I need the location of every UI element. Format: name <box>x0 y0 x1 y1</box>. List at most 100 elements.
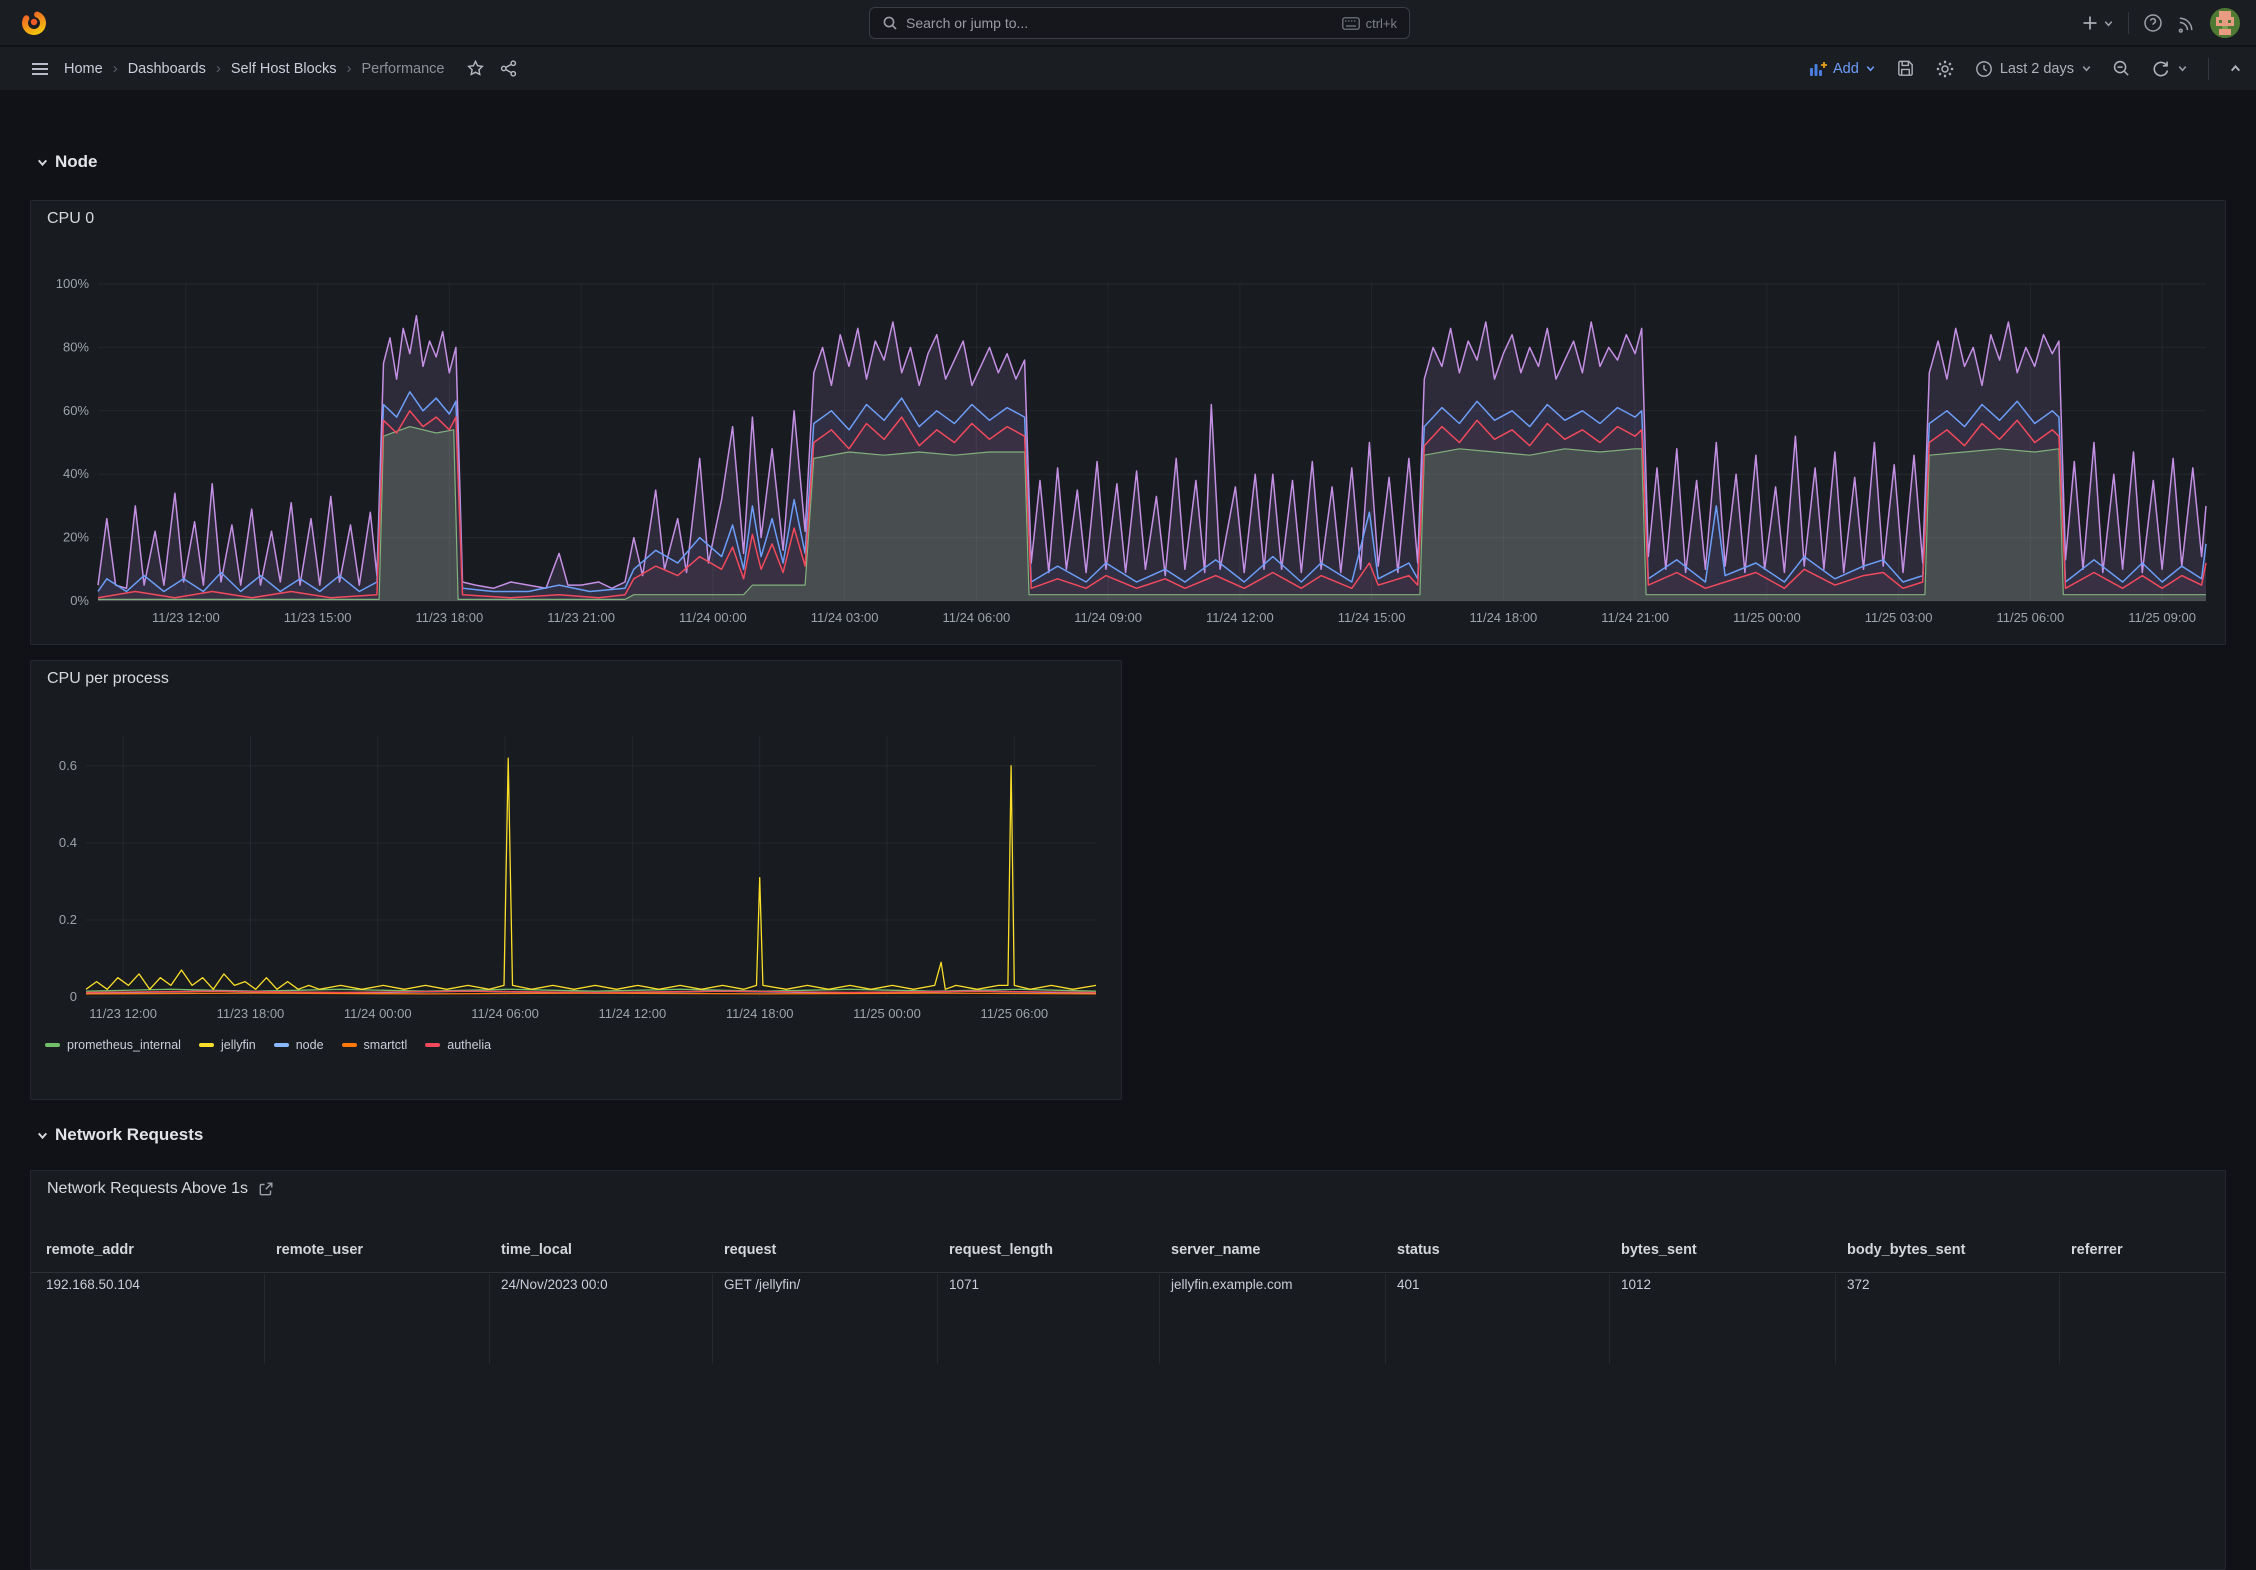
top-nav-bar: Search or jump to... ctrl+k <box>0 0 2256 46</box>
new-dropdown-button[interactable] <box>2081 14 2114 32</box>
avatar[interactable] <box>2210 8 2240 38</box>
x-tick-label: 11/25 06:00 <box>1996 610 2064 625</box>
share-icon[interactable] <box>499 59 518 78</box>
x-tick-label: 11/24 15:00 <box>1338 610 1406 625</box>
y-tick-label: 20% <box>63 530 89 545</box>
legend-label: node <box>295 1038 324 1052</box>
x-tick-label: 11/24 06:00 <box>471 1006 539 1021</box>
column-header-body_bytes_sent[interactable]: body_bytes_sent <box>1847 1242 1965 1258</box>
x-tick-label: 11/23 18:00 <box>217 1006 285 1021</box>
dashboard-toolbar: Home › Dashboards › Self Host Blocks › Perform… <box>0 47 2256 91</box>
help-button[interactable] <box>2143 13 2163 33</box>
column-header-remote_user[interactable]: remote_user <box>276 1242 363 1258</box>
legend-label: jellyfin <box>220 1038 256 1052</box>
chevron-down-icon <box>37 1132 48 1139</box>
legend-item-jellyfin[interactable]: jellyfin <box>198 1038 256 1052</box>
breadcrumb-item[interactable]: Dashboards <box>128 61 206 77</box>
legend-color-pill <box>341 1043 357 1047</box>
chevron-down-icon <box>2178 66 2187 72</box>
breadcrumb-separator-icon: › <box>215 60 221 77</box>
table-cell: 1012 <box>1621 1277 1652 1292</box>
legend-item-node[interactable]: node <box>273 1038 324 1052</box>
panel-cpu0: CPU 0 0% 20% 40% 60% 80% 100% 11/23 12:00 11/23… <box>30 200 2226 645</box>
series-line-smartctl <box>85 992 1097 995</box>
column-divider <box>1385 1274 1386 1364</box>
column-divider <box>937 1274 938 1364</box>
y-tick-label: 40% <box>63 466 89 481</box>
legend-label: authelia <box>447 1038 492 1052</box>
column-header-request[interactable]: request <box>724 1242 776 1258</box>
x-tick-label: 11/25 00:00 <box>1733 610 1801 625</box>
keyboard-icon <box>1341 16 1360 30</box>
cpu-per-process-chart[interactable]: 0 0.2 0.4 0.6 11/23 12:00 11/23 18:00 11/24 00… <box>31 701 1123 1036</box>
column-header-request_length[interactable]: request_length <box>949 1242 1053 1258</box>
plus-icon <box>2083 16 2097 30</box>
breadcrumb-item[interactable]: Home <box>64 61 103 77</box>
news-rss-button[interactable] <box>2177 14 2196 33</box>
legend-color-pill <box>273 1043 289 1047</box>
refresh-button[interactable] <box>2151 59 2188 78</box>
external-link-icon[interactable] <box>258 1181 274 1197</box>
legend-color-pill <box>198 1043 214 1047</box>
legend-color-pill <box>45 1043 60 1047</box>
legend-label: prometheus_internal <box>67 1038 181 1052</box>
panel-network-requests: Network Requests Above 1s remote_addr rem… <box>30 1170 2226 1570</box>
cpu0-chart[interactable]: 0% 20% 40% 60% 80% 100% 11/23 12:00 11/23 15:00… <box>31 245 2227 640</box>
search-input[interactable]: Search or jump to... ctrl+k <box>869 7 1410 39</box>
breadcrumb-item[interactable]: Performance <box>361 61 444 77</box>
x-tick-label: 11/24 00:00 <box>679 610 747 625</box>
legend-item-authelia[interactable]: authelia <box>425 1038 491 1052</box>
column-header-server_name[interactable]: server_name <box>1171 1242 1261 1258</box>
zoom-out-time-icon[interactable] <box>2112 59 2131 78</box>
collapse-toolbar-chevron-up-icon[interactable] <box>2229 62 2242 75</box>
breadcrumb-separator-icon: › <box>112 60 118 77</box>
legend-color-pill <box>425 1043 441 1047</box>
column-header-status[interactable]: status <box>1397 1242 1440 1258</box>
table-cell: GET /jellyfin/ <box>724 1277 801 1292</box>
table-row[interactable]: 192.168.50.104 24/Nov/2023 00:0 GET /jelly… <box>31 1274 2225 1364</box>
cpu0-svg: 0% 20% 40% 60% 80% 100% 11/23 12:00 11/23 15:00… <box>56 276 2207 625</box>
column-header-bytes_sent[interactable]: bytes_sent <box>1621 1242 1697 1258</box>
table-cell: jellyfin.example.com <box>1171 1277 1293 1292</box>
time-range-picker[interactable]: Last 2 days <box>1975 60 2092 78</box>
column-header-time_local[interactable]: time_local <box>501 1242 572 1258</box>
column-header-referrer[interactable]: referrer <box>2071 1242 2123 1258</box>
column-divider <box>1609 1274 1610 1364</box>
chart-legend: prometheus_internal jellyfin node smartctl a… <box>45 1038 491 1052</box>
x-tick-label: 11/23 12:00 <box>89 1006 157 1021</box>
breadcrumb-item[interactable]: Self Host Blocks <box>231 61 337 77</box>
grafana-logo-icon[interactable] <box>20 9 48 37</box>
panel-title[interactable]: Network Requests Above 1s <box>47 1180 274 1198</box>
panel-cpu-per-process: CPU per process 0 0.2 0.4 0.6 11/23 12:00 11/… <box>30 660 1122 1100</box>
y-tick-label: 0.2 <box>59 912 77 927</box>
legend-item-prometheus_internal[interactable]: prometheus_internal <box>45 1038 181 1052</box>
column-header-remote_addr[interactable]: remote_addr <box>46 1242 134 1258</box>
favorite-star-icon[interactable] <box>466 59 485 78</box>
add-panel-button[interactable]: Add <box>1809 61 1876 77</box>
clock-icon <box>1975 60 1992 77</box>
y-tick-label: 100% <box>56 276 90 291</box>
panel-title[interactable]: CPU per process <box>47 670 169 688</box>
hamburger-menu-button[interactable] <box>30 59 50 79</box>
save-dashboard-button[interactable] <box>1896 59 1915 78</box>
section-title: Network Requests <box>55 1125 204 1144</box>
breadcrumb-separator-icon: › <box>346 60 352 77</box>
x-tick-label: 11/24 12:00 <box>599 1006 667 1021</box>
chevron-down-icon <box>2082 66 2091 72</box>
x-tick-label: 11/25 00:00 <box>853 1006 921 1021</box>
section-row-node[interactable]: Node <box>36 152 98 172</box>
column-divider <box>1159 1274 1160 1364</box>
legend-item-smartctl[interactable]: smartctl <box>341 1038 407 1052</box>
x-tick-label: 11/24 00:00 <box>344 1006 412 1021</box>
section-row-network-requests[interactable]: Network Requests <box>36 1125 203 1145</box>
column-divider <box>264 1274 265 1364</box>
chevron-down-icon <box>2104 20 2113 27</box>
x-tick-label: 11/23 21:00 <box>547 610 615 625</box>
column-divider <box>1835 1274 1836 1364</box>
divider <box>2208 57 2209 80</box>
dashboard-settings-gear-icon[interactable] <box>1935 59 1955 79</box>
x-tick-label: 11/24 18:00 <box>1469 610 1537 625</box>
chevron-down-icon <box>37 159 48 166</box>
panel-title[interactable]: CPU 0 <box>47 210 94 228</box>
x-tick-label: 11/25 03:00 <box>1865 610 1933 625</box>
